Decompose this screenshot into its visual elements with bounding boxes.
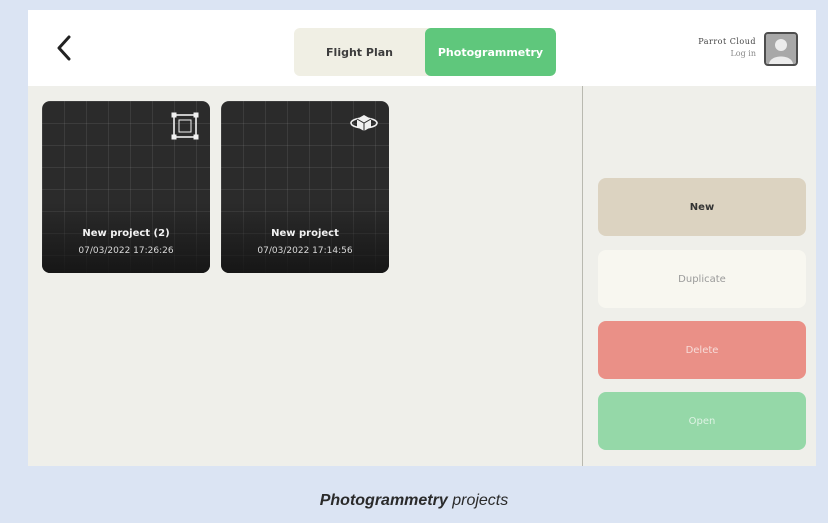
project-date: 07/03/2022 17:14:56: [257, 246, 353, 256]
tab-flight-plan[interactable]: Flight Plan: [294, 28, 425, 76]
project-title: New project: [271, 228, 339, 239]
duplicate-button[interactable]: Duplicate: [598, 250, 806, 308]
tab-photogrammetry[interactable]: Photogrammetry: [425, 28, 556, 76]
cloud-account: Parrot Cloud Log in: [698, 36, 756, 60]
chevron-left-icon: [57, 35, 71, 61]
open-button[interactable]: Open: [598, 392, 806, 450]
project-card[interactable]: New project (2) 07/03/2022 17:26:26: [42, 101, 210, 273]
caption-bold: Photogrammetry: [319, 492, 448, 509]
login-link[interactable]: Log in: [698, 48, 756, 60]
cloud-brand-logo: Parrot Cloud: [698, 37, 756, 46]
avatar[interactable]: [764, 32, 798, 66]
figure-caption: Photogrammetry projects: [0, 492, 828, 510]
app-window: Flight Plan Photogrammetry Parrot Cloud …: [28, 10, 816, 466]
project-card[interactable]: New project 07/03/2022 17:14:56: [221, 101, 389, 273]
caption-rest: projects: [452, 492, 509, 509]
mode-tabs: Flight Plan Photogrammetry: [294, 28, 556, 76]
project-date: 07/03/2022 17:26:26: [78, 246, 174, 256]
new-button[interactable]: New: [598, 178, 806, 236]
project-title: New project (2): [82, 228, 170, 239]
panel-divider: [582, 86, 583, 466]
top-bar: Flight Plan Photogrammetry Parrot Cloud …: [28, 10, 816, 86]
back-button[interactable]: [50, 34, 78, 62]
orbit-cube-icon: [349, 111, 379, 139]
delete-button[interactable]: Delete: [598, 321, 806, 379]
polygon-grid-icon: [170, 111, 200, 145]
user-icon: [766, 34, 796, 64]
